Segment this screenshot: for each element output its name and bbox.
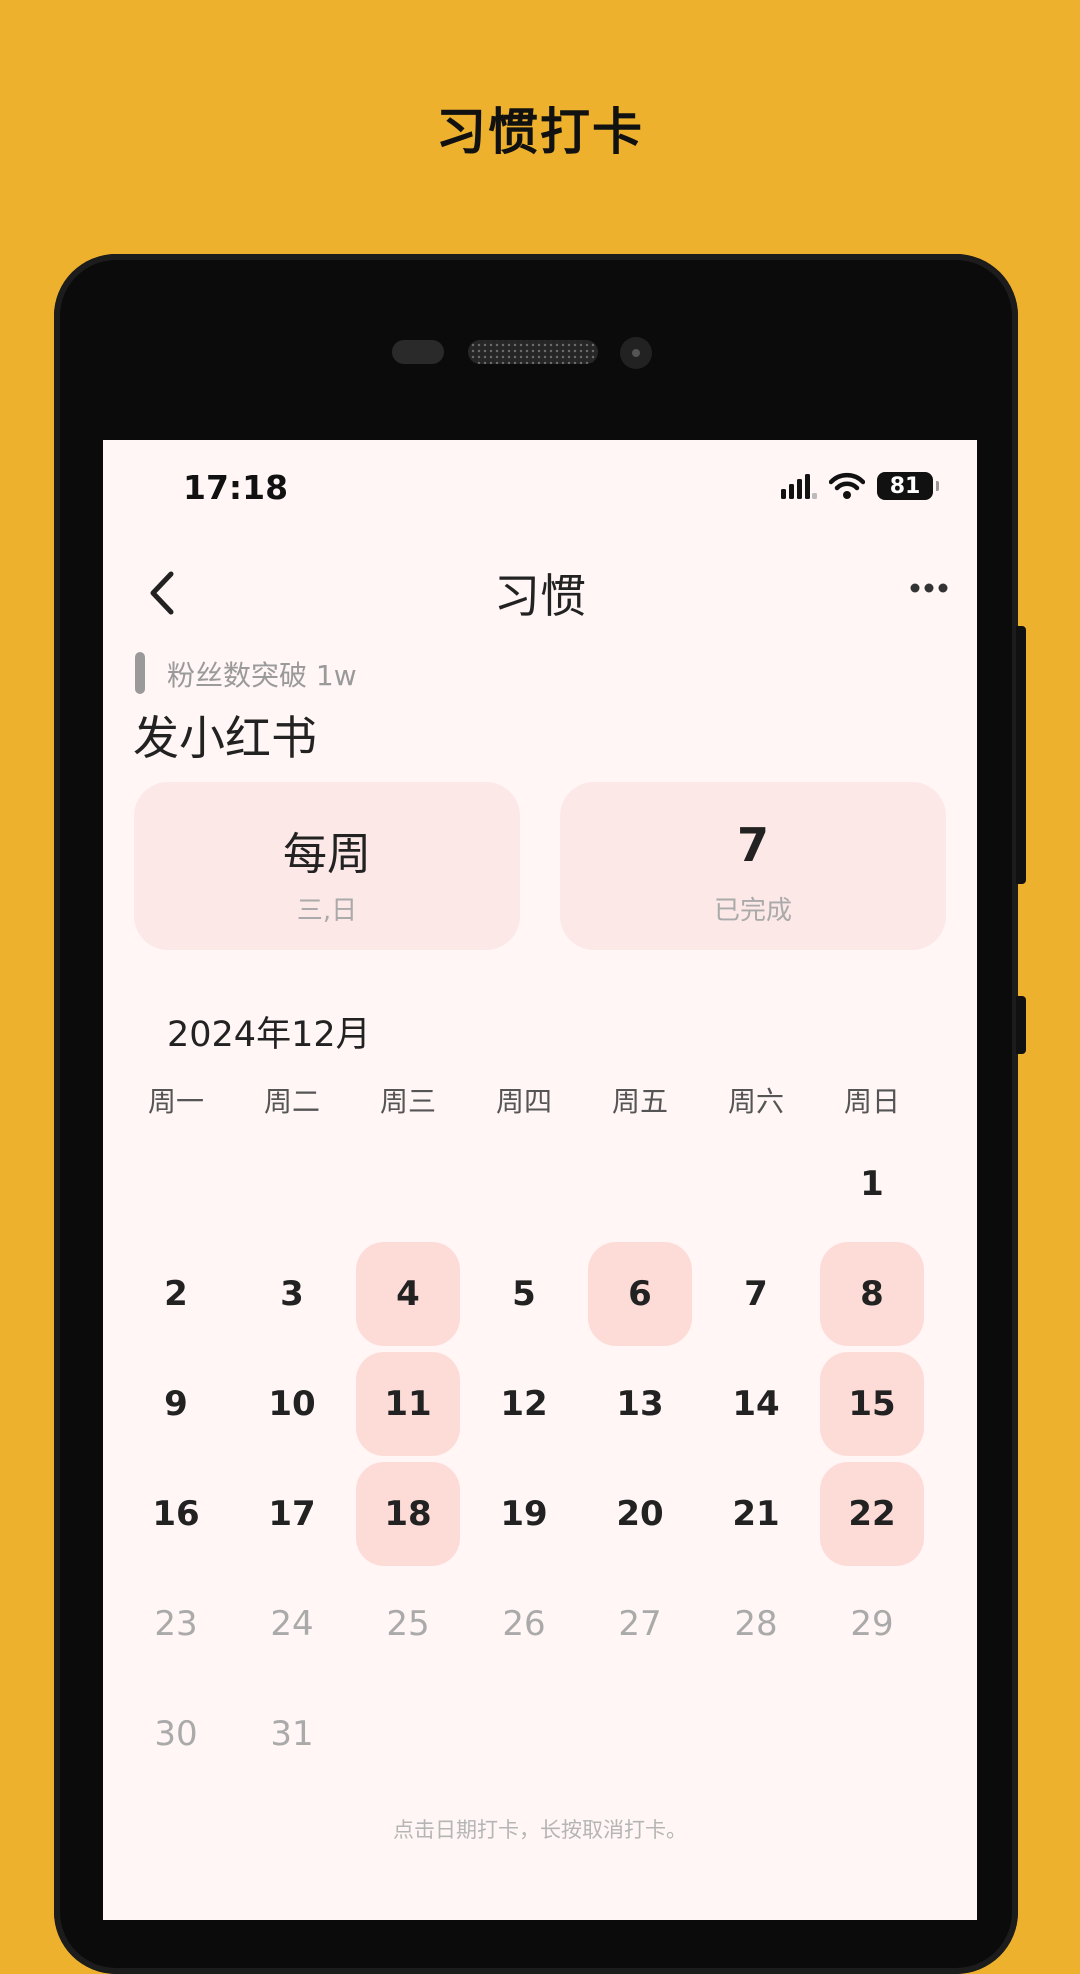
- calendar-day[interactable]: 15: [820, 1352, 924, 1456]
- calendar-day[interactable]: 17: [240, 1462, 344, 1566]
- calendar-day[interactable]: 20: [588, 1462, 692, 1566]
- calendar-day[interactable]: 1: [820, 1132, 924, 1236]
- calendar-day[interactable]: 9: [124, 1352, 228, 1456]
- weekday-label: 周六: [727, 1085, 784, 1118]
- calendar-day[interactable]: 23: [124, 1572, 228, 1676]
- weekday-label: 周日: [843, 1085, 900, 1118]
- completed-card: 7 已完成: [560, 782, 946, 950]
- frequency-card: 每周 三,日: [134, 782, 520, 950]
- calendar-day[interactable]: 29: [820, 1572, 924, 1676]
- calendar-day[interactable]: 21: [704, 1462, 808, 1566]
- calendar-day[interactable]: 13: [588, 1352, 692, 1456]
- signal-icon: [781, 474, 817, 499]
- calendar-day[interactable]: 12: [472, 1352, 576, 1456]
- weekday-label: 周一: [147, 1085, 204, 1118]
- calendar-day[interactable]: 14: [704, 1352, 808, 1456]
- calendar-day[interactable]: 4: [356, 1242, 460, 1346]
- calendar-day[interactable]: 31: [240, 1682, 344, 1786]
- page-title: 习惯: [494, 569, 586, 623]
- volume-button: [1016, 996, 1026, 1054]
- weekday-label: 周二: [263, 1085, 320, 1118]
- battery-icon: 81: [877, 472, 939, 500]
- calendar-day[interactable]: 26: [472, 1572, 576, 1676]
- completed-label: 已完成: [713, 896, 792, 926]
- calendar-day[interactable]: 10: [240, 1352, 344, 1456]
- status-time: 17:18: [183, 468, 289, 507]
- calendar-day[interactable]: 24: [240, 1572, 344, 1676]
- front-camera: [620, 337, 652, 369]
- calendar-day[interactable]: 11: [356, 1352, 460, 1456]
- more-horizontal-icon[interactable]: [909, 576, 949, 600]
- sensor-pill: [392, 340, 444, 364]
- power-button: [1016, 626, 1026, 884]
- calendar-day[interactable]: 5: [472, 1242, 576, 1346]
- calendar-day[interactable]: 7: [704, 1242, 808, 1346]
- calendar-day[interactable]: 22: [820, 1462, 924, 1566]
- calendar-day[interactable]: 6: [588, 1242, 692, 1346]
- subtitle-accent-bar: [135, 652, 145, 694]
- calendar-day[interactable]: 27: [588, 1572, 692, 1676]
- frequency-main: 每周: [283, 829, 371, 880]
- wifi-icon: [829, 472, 865, 499]
- calendar-day[interactable]: 25: [356, 1572, 460, 1676]
- calendar-day[interactable]: 30: [124, 1682, 228, 1786]
- app-screen: 17:18 81 习惯 粉丝数突破 1w 发小红书 每周 三,日 7 已完成 2…: [103, 440, 977, 1920]
- calendar-day[interactable]: 18: [356, 1462, 460, 1566]
- weekday-label: 周五: [611, 1085, 668, 1118]
- status-icons: 81: [781, 472, 939, 500]
- weekday-label: 周四: [495, 1085, 552, 1118]
- calendar-day[interactable]: 3: [240, 1242, 344, 1346]
- speaker-grille: [468, 340, 598, 364]
- completed-count: 7: [736, 818, 769, 872]
- calendar-day[interactable]: 19: [472, 1462, 576, 1566]
- calendar-day[interactable]: 2: [124, 1242, 228, 1346]
- habit-subtitle: 粉丝数突破 1w: [167, 659, 357, 692]
- calendar-day[interactable]: 28: [704, 1572, 808, 1676]
- calendar-day[interactable]: 16: [124, 1462, 228, 1566]
- weekday-label: 周三: [379, 1085, 436, 1118]
- calendar-day[interactable]: 8: [820, 1242, 924, 1346]
- promo-title: 习惯打卡: [436, 103, 644, 161]
- frequency-days: 三,日: [296, 896, 358, 926]
- hint-text: 点击日期打卡，长按取消打卡。: [393, 1818, 687, 1842]
- month-label: 2024年12月: [167, 1015, 371, 1055]
- habit-name: 发小红书: [133, 711, 317, 765]
